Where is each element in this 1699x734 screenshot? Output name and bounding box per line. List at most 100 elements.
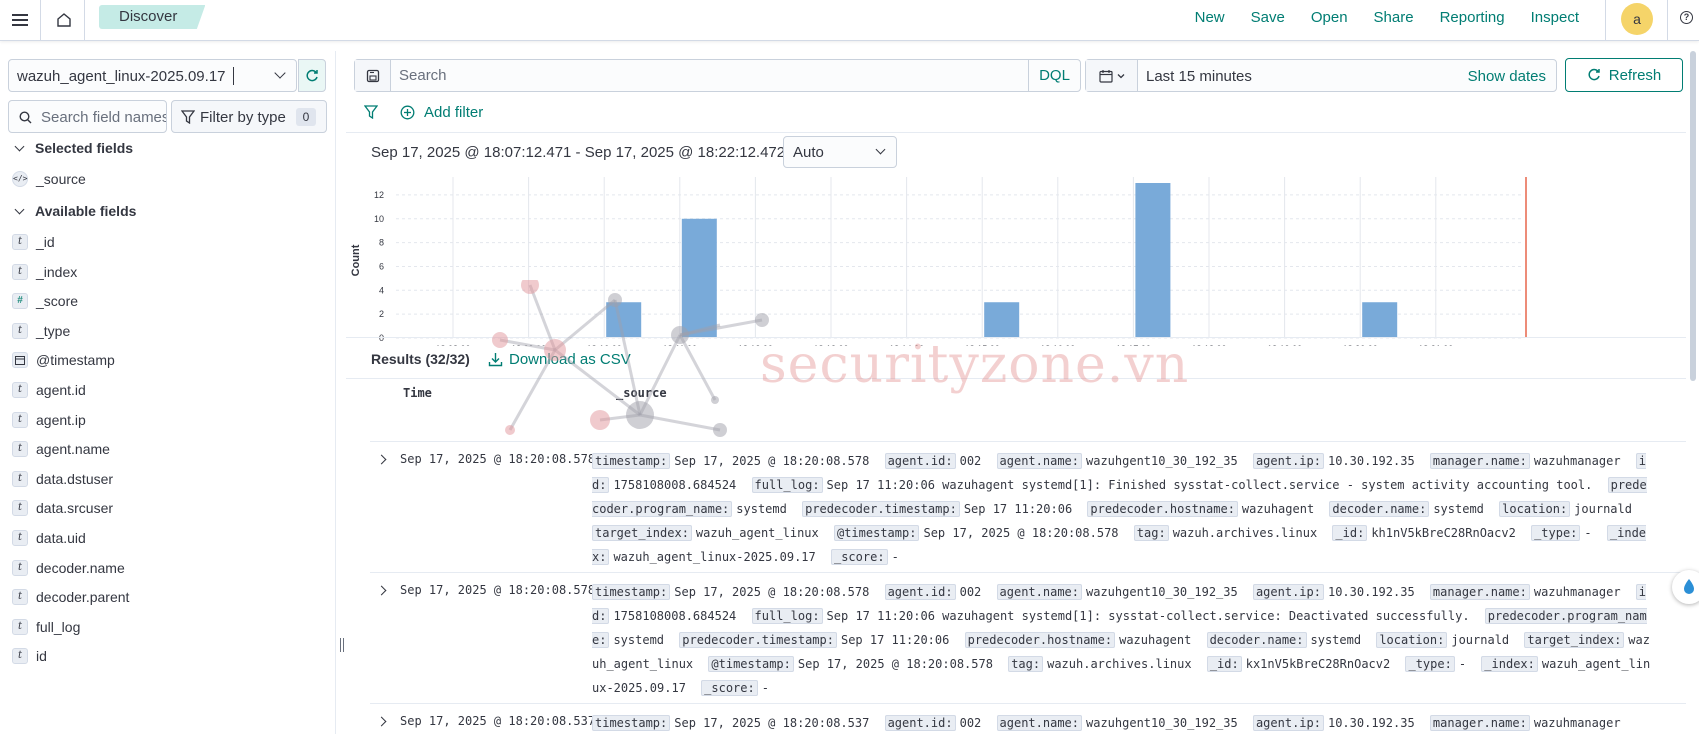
field-item[interactable]: t full_log	[12, 617, 80, 637]
search-icon	[19, 111, 32, 124]
field-item[interactable]: t id	[12, 646, 47, 666]
download-csv-button[interactable]: Download as CSV	[488, 351, 631, 368]
header-divider	[40, 0, 41, 40]
y-tick-label: 2	[379, 309, 384, 319]
string-type-icon: t	[12, 559, 28, 576]
selected-fields-header[interactable]: Selected fields	[14, 140, 133, 156]
field-item[interactable]: t data.uid	[12, 528, 86, 548]
field-item[interactable]: @timestamp	[12, 350, 115, 370]
filter-icon	[181, 110, 195, 124]
source-field-key: _score:	[701, 680, 758, 696]
saved-query-button[interactable]	[355, 60, 391, 91]
field-item[interactable]: t _id	[12, 232, 55, 252]
available-fields-header[interactable]: Available fields	[14, 203, 136, 219]
open-link[interactable]: Open	[1311, 9, 1348, 26]
sidebar-resize-handle[interactable]	[340, 638, 344, 652]
assistant-fab[interactable]	[1672, 570, 1699, 604]
field-item[interactable]: t _type	[12, 321, 70, 341]
source-field-key: target_index:	[1524, 632, 1625, 648]
column-header-time[interactable]: Time	[403, 386, 432, 400]
filter-by-type-button[interactable]: Filter by type 0	[171, 100, 327, 133]
download-csv-label: Download as CSV	[509, 351, 631, 368]
field-search-input[interactable]: Search field names	[8, 100, 167, 133]
field-item[interactable]: t decoder.name	[12, 558, 125, 578]
query-input[interactable]: Search	[399, 67, 447, 84]
source-field-value: systemd	[736, 502, 787, 516]
source-field-key: agent.id:	[884, 715, 956, 731]
download-icon	[488, 353, 503, 367]
chevron-down-icon	[274, 67, 286, 79]
y-tick-label: 4	[379, 285, 384, 295]
source-field-value: Sep 17 11:20:06 wazuhagent systemd[1]: s…	[826, 609, 1470, 623]
breadcrumb-discover[interactable]: Discover	[99, 5, 206, 29]
save-link[interactable]: Save	[1251, 9, 1285, 26]
time-range-label[interactable]: Last 15 minutes	[1146, 68, 1252, 85]
interval-value: Auto	[793, 144, 824, 161]
expand-row-icon[interactable]	[376, 716, 387, 727]
refresh-index-button[interactable]	[298, 59, 326, 92]
source-field-key: @timestamp:	[708, 656, 794, 672]
field-name: agent.name	[36, 441, 110, 458]
reporting-link[interactable]: Reporting	[1440, 9, 1505, 26]
page-scrollbar[interactable]	[1690, 51, 1696, 381]
row-source: timestamp: Sep 17, 2025 @ 18:20:08.537 ag…	[592, 711, 1652, 734]
source-field-key: timestamp:	[592, 584, 671, 600]
field-item[interactable]: # _score	[12, 291, 78, 311]
query-language-toggle[interactable]: DQL	[1028, 60, 1080, 91]
user-avatar[interactable]: a	[1621, 3, 1653, 35]
field-item[interactable]: t agent.name	[12, 439, 110, 459]
home-icon	[57, 13, 71, 27]
home-button[interactable]	[50, 6, 78, 34]
show-dates-link[interactable]: Show dates	[1468, 68, 1546, 85]
field-item[interactable]: t data.dstuser	[12, 469, 113, 489]
field-name: @timestamp	[36, 352, 115, 369]
y-axis-label: Count	[350, 244, 362, 276]
source-field-key: timestamp:	[592, 453, 671, 469]
source-field-key: decoder.name:	[1206, 632, 1307, 648]
filter-icon[interactable]	[364, 105, 378, 119]
field-item-source[interactable]: </> _source	[12, 169, 86, 189]
source-field-value: 10.30.192.35	[1327, 716, 1415, 730]
inspect-link[interactable]: Inspect	[1531, 9, 1579, 26]
source-field-value: wazuhmanager	[1533, 716, 1621, 730]
source-field-value: Sep 17, 2025 @ 18:20:08.578	[797, 657, 993, 671]
histogram-bar	[1135, 183, 1171, 338]
table-row: Sep 17, 2025 @ 18:20:08.578 timestamp: Sep…	[370, 572, 1686, 703]
source-field-key: predecoder.timestamp:	[802, 501, 960, 517]
share-link[interactable]: Share	[1374, 9, 1414, 26]
menu-button[interactable]	[6, 6, 34, 34]
expand-row-icon[interactable]	[376, 585, 387, 596]
histogram-chart: 0 2 4 6 8 10 12 18:08:00 18:09:00 18:10:00 18:11:0…	[350, 177, 1527, 346]
source-field-value: -	[891, 550, 899, 564]
add-filter-button[interactable]: Add filter	[424, 104, 483, 121]
source-field-value: wazuhmanager	[1533, 585, 1621, 599]
refresh-button[interactable]: Refresh	[1565, 58, 1683, 92]
available-fields-title: Available fields	[35, 203, 137, 219]
discover-main: Search DQL Last 15 minutes Show dates Re…	[346, 51, 1699, 734]
expand-row-icon[interactable]	[376, 454, 387, 465]
field-name: agent.ip	[36, 411, 86, 428]
source-type-icon: </>	[12, 171, 28, 187]
x-tick-label: 18:10:00	[587, 344, 622, 346]
source-field-value: -	[1458, 657, 1467, 671]
index-pattern-select[interactable]: wazuh_agent_linux-2025.09.17	[8, 59, 297, 92]
help-icon[interactable]: ?	[1680, 11, 1693, 24]
selected-fields-title: Selected fields	[35, 140, 134, 156]
field-item[interactable]: t _index	[12, 262, 77, 282]
source-field-value: 002	[959, 716, 982, 730]
quick-select-button[interactable]	[1086, 60, 1138, 91]
plus-circle-icon	[400, 105, 415, 120]
new-link[interactable]: New	[1195, 9, 1225, 26]
source-field-value: kx1nV5kBreC28RnOacv2	[1245, 657, 1391, 671]
hamburger-icon	[12, 14, 28, 26]
field-item[interactable]: t agent.id	[12, 380, 86, 400]
field-item[interactable]: t data.srcuser	[12, 498, 113, 518]
interval-select[interactable]: Auto	[783, 136, 897, 168]
field-item[interactable]: t decoder.parent	[12, 587, 129, 607]
x-tick-label: 18:21:00	[1418, 344, 1453, 346]
field-name: agent.id	[36, 382, 86, 398]
source-field-key: _type:	[1531, 525, 1581, 541]
field-item[interactable]: t agent.ip	[12, 410, 86, 430]
column-header-source[interactable]: _source	[616, 386, 667, 400]
source-field-value: Sep 17, 2025 @ 18:20:08.578	[674, 454, 870, 468]
